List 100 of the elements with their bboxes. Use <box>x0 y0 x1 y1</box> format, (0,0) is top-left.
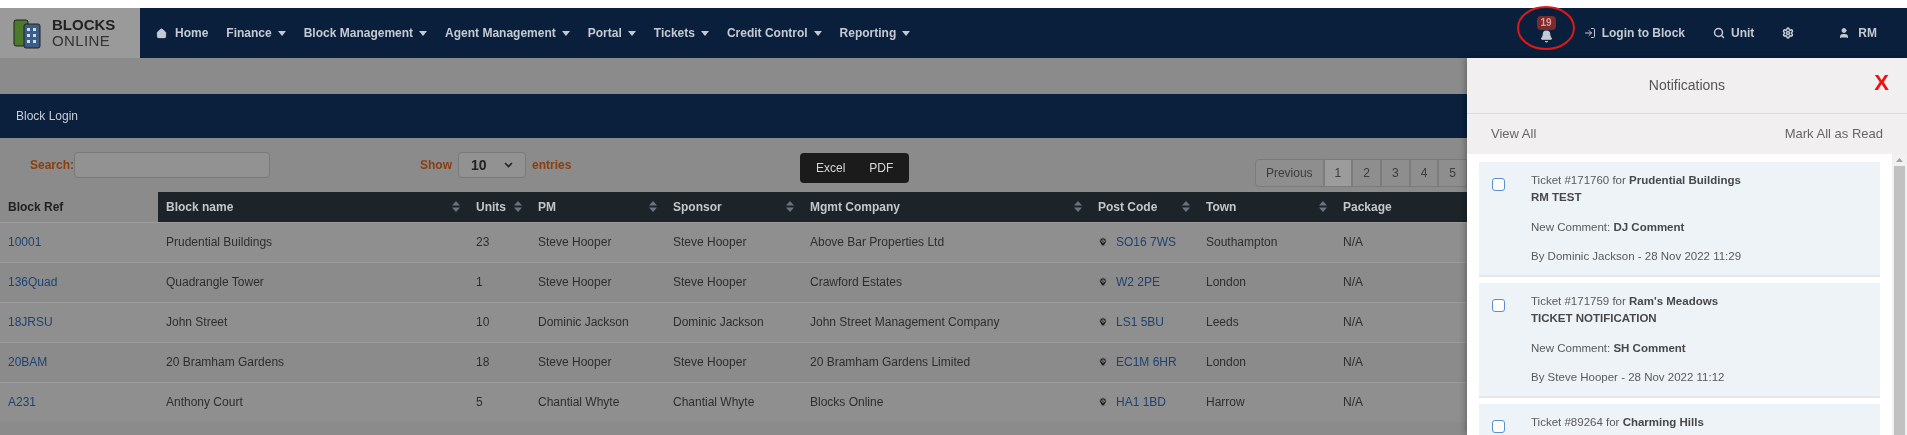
map-pin-icon <box>1098 277 1108 287</box>
user-menu[interactable]: RM <box>1838 24 1877 42</box>
settings-icon[interactable] <box>1782 27 1795 39</box>
ticket-title: Ticket #89264 for Charming Hills <box>1531 415 1704 430</box>
column-header[interactable]: Block name <box>158 192 468 222</box>
table-cell: 10 <box>468 302 530 342</box>
table-cell: Chantial Whyte <box>665 382 802 422</box>
table-cell: Southampton <box>1198 222 1335 262</box>
checkbox[interactable] <box>1492 299 1505 312</box>
sort-icon <box>649 201 657 213</box>
table-cell: Chantial Whyte <box>530 382 665 422</box>
ticket-title: Ticket #171760 for Prudential Buildings <box>1531 173 1742 188</box>
pagination-button[interactable]: 1 <box>1323 159 1353 187</box>
table-cell: Quadrangle Tower <box>158 262 468 302</box>
nav-menu-item[interactable]: Portal <box>587 24 636 42</box>
pagination-button[interactable]: 2 <box>1352 159 1381 187</box>
column-header[interactable]: PM <box>530 192 665 222</box>
search-label: Search: <box>30 157 75 174</box>
table-cell: 136Quad <box>0 262 158 302</box>
nav-menu-item[interactable]: Agent Management <box>445 24 570 42</box>
column-header[interactable]: Post Code <box>1090 192 1198 222</box>
table-cell: 18 <box>468 342 530 382</box>
map-pin-icon <box>1098 397 1108 408</box>
bell-icon[interactable] <box>1539 29 1553 43</box>
checkbox[interactable] <box>1492 178 1505 191</box>
table-cell: N/A <box>1335 262 1467 302</box>
scroll-up-icon <box>1896 158 1903 162</box>
table-cell: Dominic Jackson <box>665 302 802 342</box>
ticket-subject: TICKET NOTIFICATION <box>1531 311 1658 327</box>
table-cell: Anthony Court <box>158 382 468 422</box>
scrollbar[interactable] <box>1892 154 1907 435</box>
user-icon <box>1838 27 1851 39</box>
nav-menu-item[interactable]: Credit Control <box>726 24 822 42</box>
sort-icon <box>514 201 522 213</box>
author-timestamp: By Dominic Jackson - 28 Nov 2022 11:29 <box>1531 248 1742 264</box>
pagination-button[interactable]: 3 <box>1380 159 1410 187</box>
table-cell: Steve Hooper <box>530 262 665 302</box>
caret-icon <box>277 30 286 36</box>
comment-text: New Comment: SH Comment <box>1531 340 1687 356</box>
close-button[interactable]: X <box>1874 72 1889 94</box>
sort-icon <box>1074 201 1082 213</box>
column-header[interactable]: Mgmt Company <box>802 192 1090 222</box>
search-field[interactable] <box>74 152 271 178</box>
unit-search-link[interactable]: Unit <box>1713 24 1755 42</box>
pagination-button[interactable]: 5 <box>1438 159 1467 187</box>
home-icon <box>156 27 167 39</box>
table-cell: N/A <box>1335 342 1467 382</box>
column-header[interactable]: Package <box>1335 192 1467 222</box>
column-header[interactable]: Town <box>1198 192 1335 222</box>
caret-icon <box>561 30 570 36</box>
nav-menu-item[interactable]: Home <box>156 24 209 42</box>
notification-card[interactable]: Ticket #89264 for Charming Hills <box>1479 404 1880 435</box>
table-cell: 20BAM <box>0 342 158 382</box>
checkbox[interactable] <box>1492 420 1505 433</box>
ticket-subject: RM TEST <box>1531 190 1583 206</box>
logo-subtext: ONLINE <box>52 33 112 49</box>
sort-icon <box>1319 201 1327 213</box>
table-cell: Steve Hooper <box>530 342 665 382</box>
login-to-block-link[interactable]: Login to Block <box>1583 24 1685 42</box>
caret-icon <box>813 30 822 36</box>
entries-select[interactable]: 10 <box>458 152 526 178</box>
mark-all-read-link[interactable]: Mark All as Read <box>1784 124 1883 144</box>
table-cell: Blocks Online <box>802 382 1090 422</box>
export-button[interactable]: Excel <box>804 159 858 177</box>
nav-menu-item[interactable]: Block Management <box>303 24 428 42</box>
pagination-button[interactable]: Previous <box>1254 159 1324 187</box>
scrollbar-thumb[interactable] <box>1894 166 1905 435</box>
table-cell: Prudential Buildings <box>158 222 468 262</box>
annotation-circle <box>1514 3 1577 52</box>
nav-menu-item[interactable]: Reporting <box>839 24 911 42</box>
sign-in-icon <box>1583 27 1596 39</box>
sort-icon <box>1182 201 1190 213</box>
map-pin-icon <box>1098 317 1108 327</box>
ticket-title: Ticket #171759 for Ram's Meadows <box>1531 294 1720 309</box>
comment-text: New Comment: DJ Comment <box>1531 219 1686 235</box>
notification-count-badge: 19 <box>1536 15 1556 30</box>
notification-card[interactable]: Ticket #171760 for Prudential Buildings RM TEST New Comment: DJ Comment By Dominic Jackson - 28 Nov 2022 11:29 <box>1479 162 1880 277</box>
table-cell: 1 <box>468 262 530 302</box>
show-label: Show <box>420 157 452 174</box>
logo[interactable]: BLOCKS ONLINE <box>0 8 140 58</box>
notification-card[interactable]: Ticket #171759 for Ram's Meadows TICKET NOTIFICATION New Comment: SH Comment By Steve Hooper - 28 Nov 2022 11:12 <box>1479 283 1880 398</box>
nav-menu-item[interactable]: Finance <box>226 24 286 42</box>
caret-icon <box>627 30 636 36</box>
export-button[interactable]: PDF <box>857 159 906 177</box>
column-header[interactable]: Block Ref <box>0 192 158 222</box>
column-header[interactable]: Sponsor <box>665 192 802 222</box>
table-cell: 20 Bramham Gardens Limited <box>802 342 1090 382</box>
table-cell: Leeds <box>1198 302 1335 342</box>
panel-title: Block Login <box>16 108 79 125</box>
column-header[interactable]: Units <box>468 192 530 222</box>
nav-menu-item[interactable]: Tickets <box>653 24 709 42</box>
author-timestamp: By Steve Hooper - 28 Nov 2022 11:12 <box>1531 369 1725 385</box>
pagination-button[interactable]: 4 <box>1409 159 1439 187</box>
table-cell: London <box>1198 342 1335 382</box>
table-cell: Crawford Estates <box>802 262 1090 302</box>
view-all-link[interactable]: View All <box>1491 124 1537 144</box>
table-cell: London <box>1198 262 1335 302</box>
notifications-title: Notifications <box>1648 76 1726 95</box>
table-cell: 23 <box>468 222 530 262</box>
table-cell: 18JRSU <box>0 302 158 342</box>
